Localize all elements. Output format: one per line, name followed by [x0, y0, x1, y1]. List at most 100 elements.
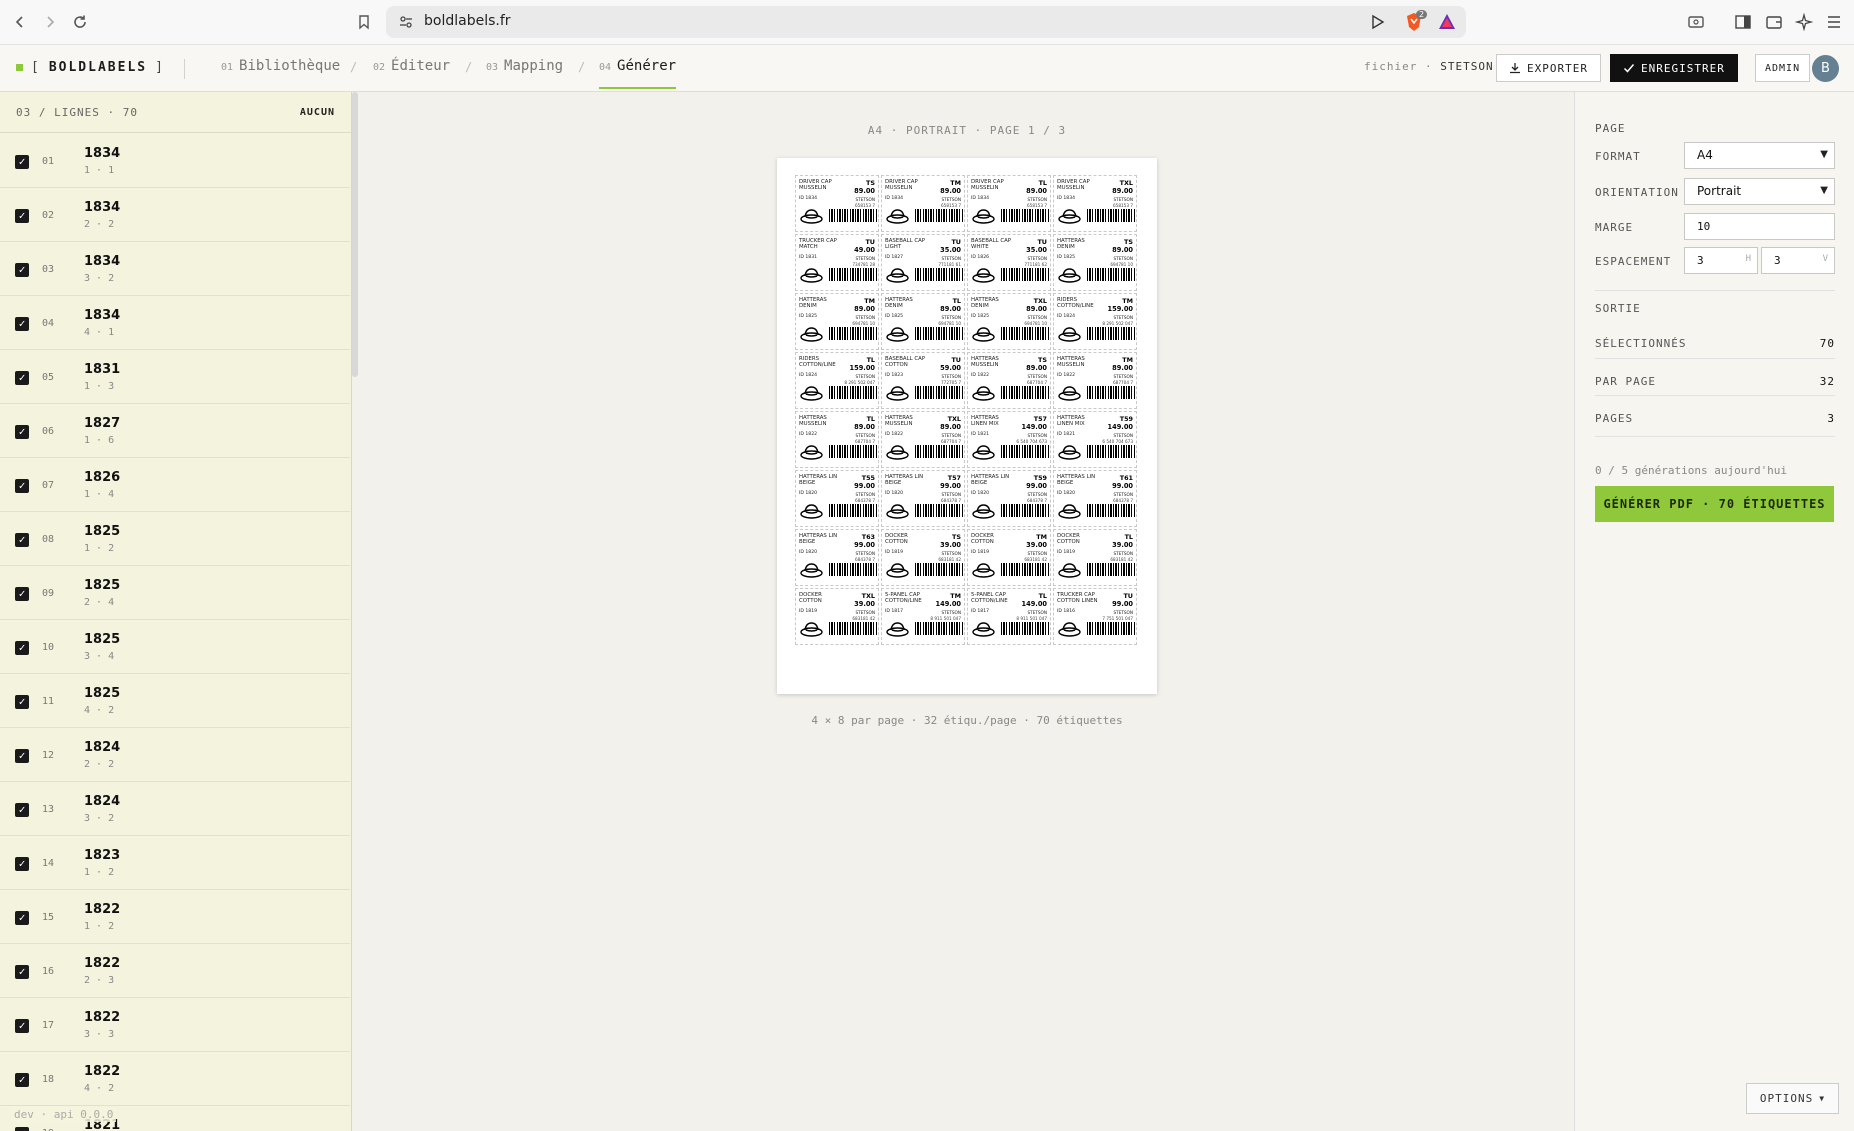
list-item[interactable]: ✓ 04 1834 4 · 1 — [0, 296, 350, 350]
reload-icon[interactable] — [66, 8, 94, 36]
label-brand: STETSON — [855, 374, 875, 379]
label-preview: Hatteras Musselin TS 89.00 ID 1822 STETSON 68… — [967, 352, 1051, 409]
barcode — [829, 563, 877, 576]
media-play-icon[interactable] — [1371, 14, 1385, 34]
wallet-icon[interactable] — [1760, 8, 1788, 36]
label-brand: STETSON — [1027, 551, 1047, 556]
menu-icon[interactable] — [1820, 8, 1848, 36]
row-checkbox[interactable]: ✓ — [15, 695, 29, 709]
row-title: 1822 — [84, 956, 121, 971]
list-item[interactable]: ✓ 16 1822 2 · 3 — [0, 944, 350, 998]
row-number: 02 — [42, 210, 55, 221]
row-checkbox[interactable]: ✓ — [15, 803, 29, 817]
margin-input[interactable]: 10 — [1684, 213, 1835, 240]
label-id: ID 1834 — [1057, 196, 1076, 201]
row-checkbox[interactable]: ✓ — [15, 425, 29, 439]
list-item[interactable]: ✓ 10 1825 3 · 4 — [0, 620, 350, 674]
shield-count-badge: 2 — [1416, 10, 1428, 19]
label-price: 99.00 — [1112, 600, 1133, 608]
row-checkbox[interactable]: ✓ — [15, 911, 29, 925]
list-item[interactable]: ✓ 08 1825 1 · 2 — [0, 512, 350, 566]
tab-bibliotheque[interactable]: 01 Bibliothèque — [221, 58, 340, 88]
tab-generer[interactable]: 04 Générer — [599, 58, 677, 89]
list-item[interactable]: ✓ 17 1822 3 · 3 — [0, 998, 350, 1052]
rows-scrollbar[interactable] — [352, 92, 358, 377]
spacing-h-input[interactable]: 3 H — [1684, 247, 1758, 274]
list-item[interactable]: ✓ 13 1824 3 · 2 — [0, 782, 350, 836]
list-item[interactable]: ✓ 01 1834 1 · 1 — [0, 134, 350, 188]
brave-shield-icon[interactable]: 2 — [1404, 10, 1428, 37]
hat-logo-icon — [972, 504, 995, 519]
row-checkbox[interactable]: ✓ — [15, 641, 29, 655]
row-checkbox[interactable]: ✓ — [15, 371, 29, 385]
row-checkbox[interactable]: ✓ — [15, 1073, 29, 1087]
label-size: TM — [1122, 297, 1133, 305]
row-number: 08 — [42, 534, 55, 545]
row-checkbox[interactable]: ✓ — [15, 263, 29, 277]
site-settings-icon[interactable] — [398, 14, 414, 34]
admin-button[interactable]: ADMIN — [1755, 54, 1811, 82]
orientation-select[interactable]: Portrait ▼ — [1684, 178, 1835, 205]
export-button[interactable]: EXPORTER — [1496, 54, 1601, 82]
row-checkbox[interactable]: ✓ — [15, 1127, 29, 1131]
label-title: Riders Cotton/Line — [1057, 297, 1094, 309]
label-ean: 684378 7 — [1113, 498, 1133, 503]
spacing-v-input[interactable]: 3 V — [1761, 247, 1835, 274]
label-id: ID 1819 — [799, 609, 818, 614]
hat-logo-icon — [886, 386, 909, 401]
label-preview: Hatteras Linen Mix T57 149.00 ID 1821 STETSO… — [967, 411, 1051, 468]
screenshot-icon[interactable] — [1682, 8, 1710, 36]
row-checkbox[interactable]: ✓ — [15, 965, 29, 979]
list-item[interactable]: ✓ 18 1822 4 · 2 — [0, 1052, 350, 1106]
deselect-all-button[interactable]: AUCUN — [300, 107, 335, 118]
list-item[interactable]: ✓ 03 1834 3 · 2 — [0, 242, 350, 296]
row-subtitle: 1 · 2 — [84, 543, 115, 554]
list-item[interactable]: ✓ 12 1824 2 · 2 — [0, 728, 350, 782]
label-id: ID 1825 — [885, 314, 904, 319]
label-preview: Hatteras Linen Mix T59 149.00 ID 1821 STETSO… — [1053, 411, 1137, 468]
brand-logo[interactable]: [ BOLDLABELS ] — [16, 60, 165, 75]
list-item[interactable]: ✓ 06 1827 1 · 6 — [0, 404, 350, 458]
list-item[interactable]: ✓ 05 1831 1 · 3 — [0, 350, 350, 404]
row-checkbox[interactable]: ✓ — [15, 749, 29, 763]
brave-rewards-icon[interactable] — [1438, 13, 1456, 34]
tab-mapping[interactable]: 03 Mapping — [486, 58, 563, 88]
avatar[interactable]: B — [1812, 55, 1839, 82]
row-checkbox[interactable]: ✓ — [15, 587, 29, 601]
list-item[interactable]: ✓ 02 1834 2 · 2 — [0, 188, 350, 242]
save-button[interactable]: ENREGISTRER — [1610, 54, 1738, 82]
label-brand: STETSON — [1113, 610, 1133, 615]
options-button[interactable]: OPTIONS ▼ — [1746, 1083, 1839, 1114]
label-size: T61 — [1119, 474, 1133, 482]
row-checkbox[interactable]: ✓ — [15, 209, 29, 223]
list-item[interactable]: ✓ 09 1825 2 · 4 — [0, 566, 350, 620]
label-preview: Hatteras Lin Beige T59 99.00 ID 1820 STETSON… — [967, 470, 1051, 527]
row-checkbox[interactable]: ✓ — [15, 857, 29, 871]
row-subtitle: 1 · 6 — [84, 435, 115, 446]
row-checkbox[interactable]: ✓ — [15, 317, 29, 331]
address-bar[interactable]: boldlabels.fr 2 — [386, 6, 1466, 38]
label-preview: Hatteras Denim TXL 89.00 ID 1825 STETSON 6947… — [967, 293, 1051, 350]
generate-pdf-button[interactable]: GÉNÉRER PDF · 70 ÉTIQUETTES — [1595, 486, 1834, 522]
list-item[interactable]: ✓ 11 1825 4 · 2 — [0, 674, 350, 728]
label-size: TXL — [1033, 297, 1047, 305]
tab-editeur[interactable]: 02 Éditeur — [373, 58, 450, 88]
leo-ai-icon[interactable] — [1790, 8, 1818, 36]
list-item[interactable]: ✓ 14 1823 1 · 2 — [0, 836, 350, 890]
row-checkbox[interactable]: ✓ — [15, 533, 29, 547]
row-checkbox[interactable]: ✓ — [15, 155, 29, 169]
row-checkbox[interactable]: ✓ — [15, 479, 29, 493]
list-item[interactable]: ✓ 15 1822 1 · 2 — [0, 890, 350, 944]
row-checkbox[interactable]: ✓ — [15, 1019, 29, 1033]
bookmark-icon[interactable] — [350, 8, 378, 36]
sidebar-icon[interactable] — [1729, 8, 1757, 36]
format-select[interactable]: A4 ▼ — [1684, 142, 1835, 169]
back-icon[interactable] — [6, 8, 34, 36]
forward-icon[interactable] — [36, 8, 64, 36]
barcode — [915, 327, 963, 340]
list-item[interactable]: ✓ 07 1826 1 · 4 — [0, 458, 350, 512]
label-brand: STETSON — [1027, 610, 1047, 615]
row-title: 1834 — [84, 254, 121, 269]
label-brand: STETSON — [855, 551, 875, 556]
hat-logo-icon — [972, 209, 995, 224]
